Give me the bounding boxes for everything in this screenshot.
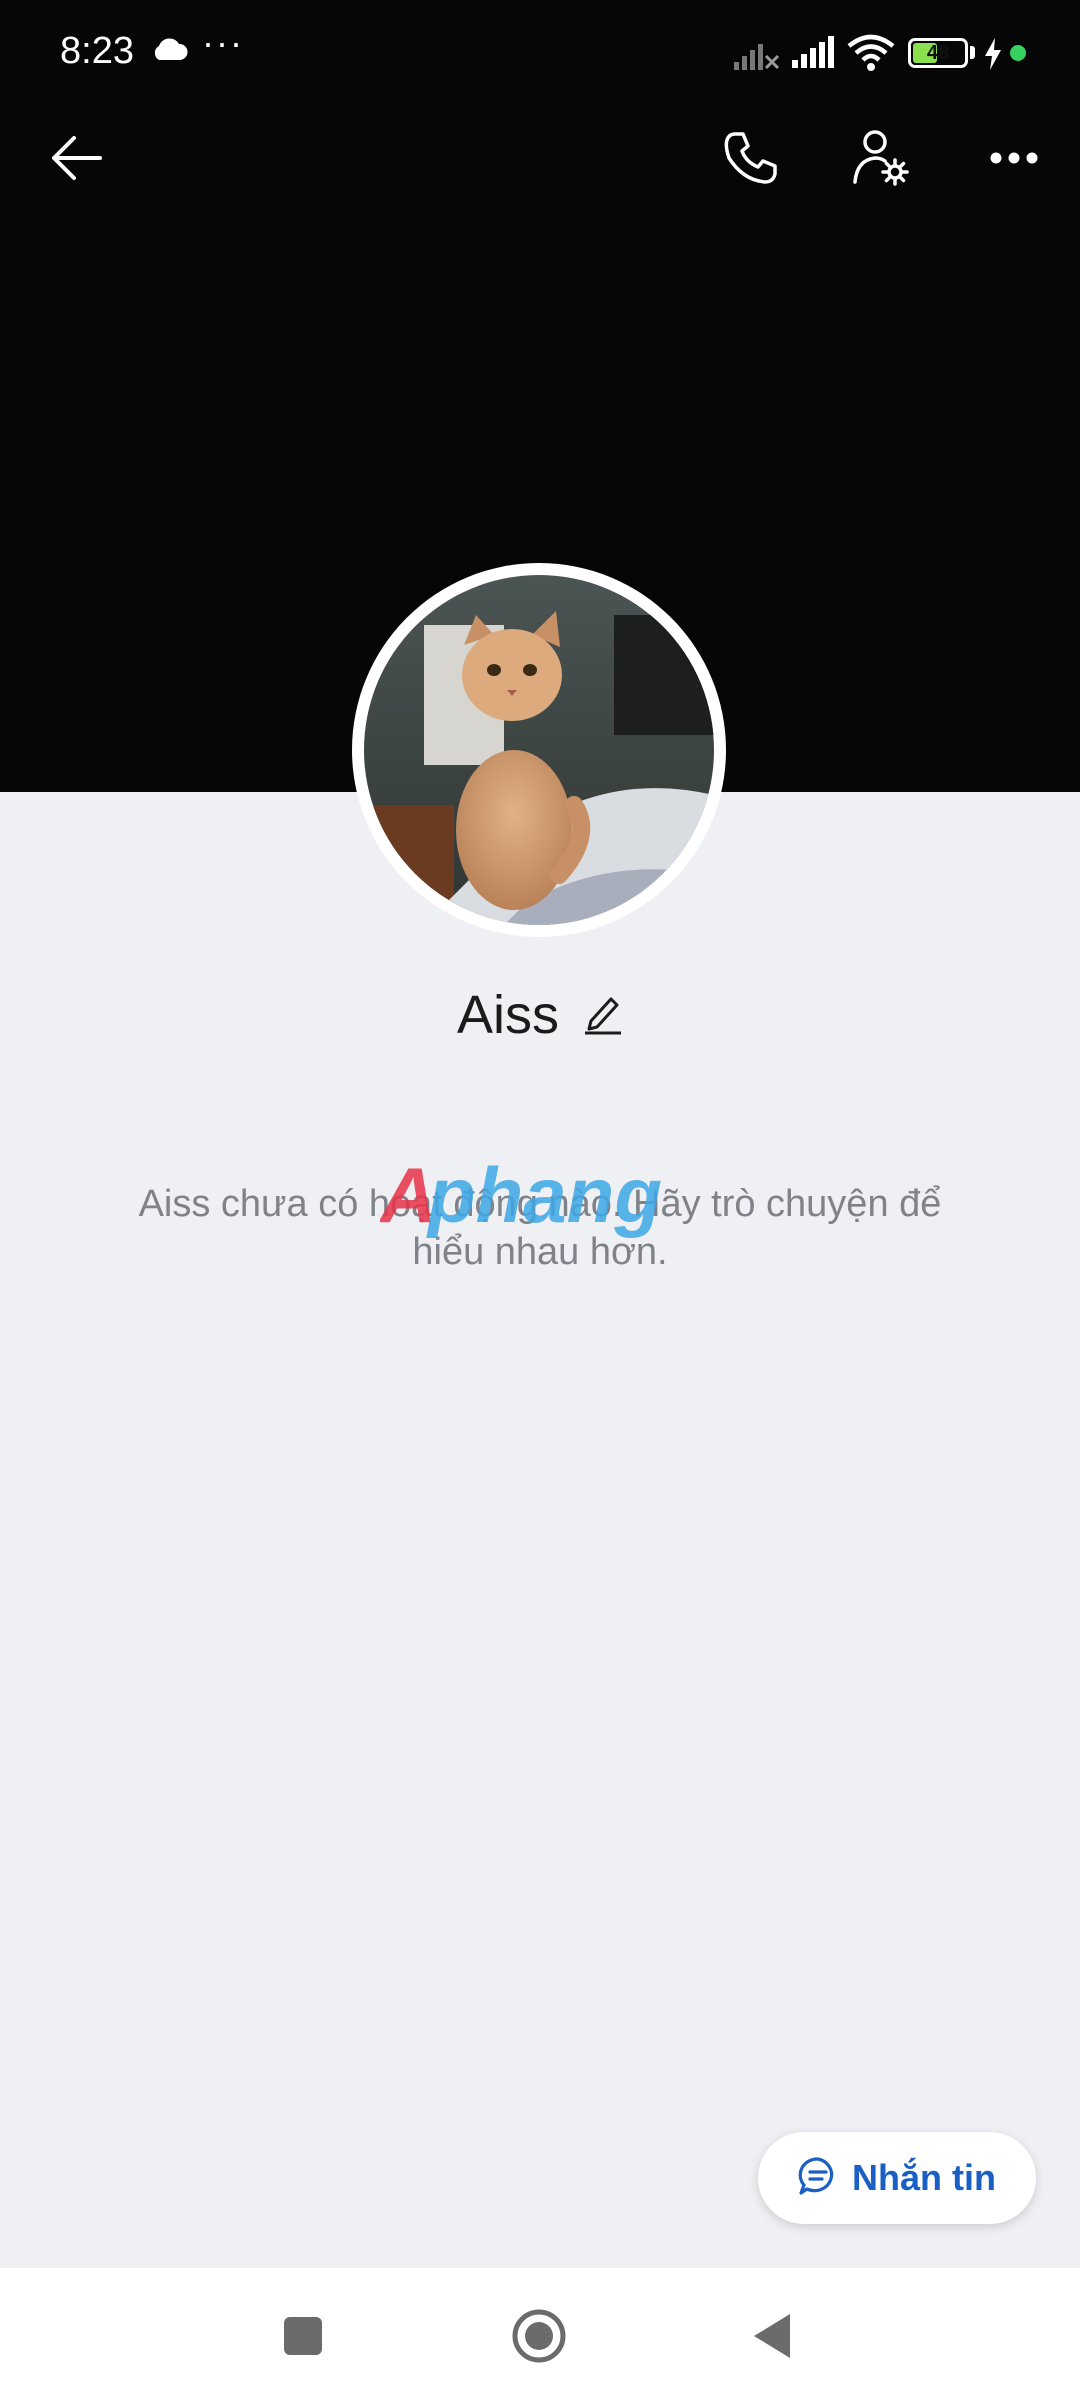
phone-icon [723, 130, 779, 191]
privacy-indicator-dot [1010, 45, 1026, 61]
chat-bubble-icon [798, 2156, 838, 2201]
status-bar: 8:23 ··· 48 [0, 0, 1080, 110]
send-message-button[interactable]: Nhắn tin [758, 2132, 1036, 2224]
home-button[interactable] [511, 2308, 567, 2369]
status-more-dots: ··· [202, 22, 244, 63]
battery-tip [970, 46, 975, 59]
system-nav-bar [0, 2268, 1080, 2400]
more-options-button[interactable] [979, 125, 1049, 195]
profile-name: Aiss [456, 985, 559, 1045]
signal-off-icon [732, 38, 780, 77]
pencil-icon[interactable] [583, 991, 623, 1040]
profile-settings-button[interactable] [846, 125, 916, 195]
wifi-icon [846, 34, 896, 77]
battery-level: 48 [926, 42, 950, 64]
signal-icon [790, 36, 834, 75]
user-settings-icon [851, 128, 911, 193]
cloud-icon [150, 36, 188, 67]
battery-indicator: 48 [908, 38, 968, 68]
arrow-left-icon [50, 135, 104, 186]
nav-back-button[interactable] [752, 2312, 792, 2365]
recents-button[interactable] [283, 2316, 323, 2361]
send-message-label: Nhắn tin [852, 2157, 996, 2198]
charging-icon [983, 38, 1003, 75]
watermark-logo: A phang [378, 1151, 710, 1242]
back-button[interactable] [42, 125, 112, 195]
call-button[interactable] [716, 125, 786, 195]
more-horizontal-icon [989, 151, 1039, 170]
avatar-frame[interactable] [352, 563, 726, 937]
profile-name-row: Aiss [0, 975, 1080, 1055]
status-time: 8:23 [60, 30, 134, 72]
avatar[interactable] [364, 575, 714, 925]
svg-text:phang: phang [426, 1152, 662, 1239]
